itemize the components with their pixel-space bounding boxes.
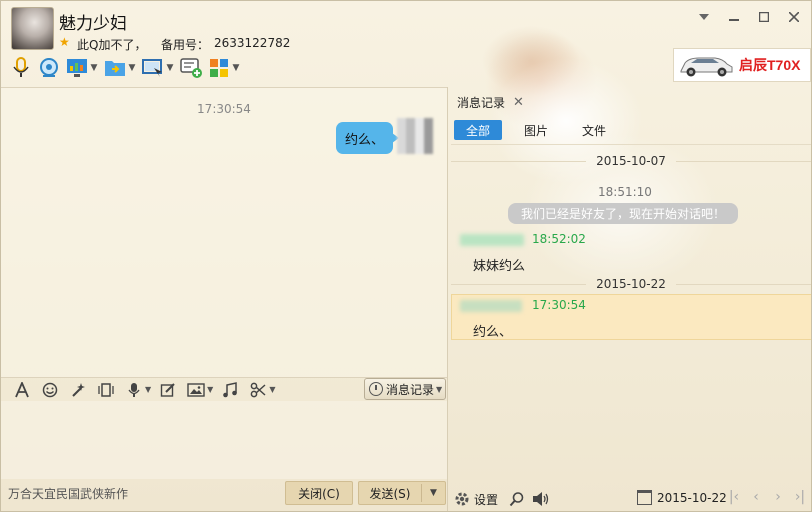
speaker-icon[interactable] — [532, 490, 550, 508]
bottom-ad-link[interactable]: 万合天宜民国武侠新作 — [8, 485, 128, 502]
chat-window: 魅力少妇 ★ 此Q加不了， 备用号： 2633122782 ▼ ▼ ▼ ▼ 启辰… — [0, 0, 812, 512]
blurred-sender-name — [460, 300, 522, 312]
gear-icon[interactable] — [454, 491, 470, 507]
send-button[interactable]: 发送(S) ▼ — [358, 481, 446, 505]
file-transfer-button[interactable]: ▼ — [103, 55, 137, 81]
history-message[interactable]: 约么、 — [473, 321, 512, 340]
filter-files[interactable]: 文件 — [570, 120, 618, 140]
self-avatar[interactable] — [397, 118, 433, 154]
contact-status-text: 此Q加不了， — [77, 38, 147, 52]
clock-icon — [369, 382, 383, 396]
edit-icon[interactable] — [157, 379, 179, 401]
tab-message-history[interactable]: 消息记录 ✕ — [453, 91, 524, 113]
window-controls — [693, 8, 805, 26]
chevron-down-icon[interactable]: ▼ — [165, 63, 175, 73]
send-button-label: 发送(S) — [369, 486, 411, 501]
scissors-icon[interactable] — [247, 379, 269, 401]
history-timestamp: 17:30:54 — [532, 298, 586, 312]
history-date[interactable]: 2015-10-22 — [657, 491, 727, 505]
remote-assist-button[interactable]: ▼ — [141, 55, 175, 81]
chevron-down-icon[interactable]: ▼ — [145, 385, 151, 394]
date-separator: 2015-10-22 — [451, 277, 811, 291]
history-timestamp: 18:51:10 — [598, 185, 652, 199]
date-separator: 2015-10-07 — [451, 154, 811, 168]
dropdown-icon[interactable] — [693, 8, 715, 26]
message-history-button[interactable]: 消息记录 ▼ — [364, 378, 446, 400]
message-timestamp: 17:30:54 — [197, 102, 251, 116]
calendar-icon[interactable] — [637, 490, 652, 505]
message-input[interactable] — [1, 401, 447, 479]
date-separator-text: 2015-10-07 — [596, 154, 666, 168]
filter-all[interactable]: 全部 — [454, 120, 503, 140]
filter-divider — [451, 144, 811, 145]
alias-label: 备用号： — [161, 38, 210, 52]
screen-share-icon — [65, 56, 89, 80]
chevron-down-icon: ▼ — [436, 384, 443, 394]
close-icon[interactable] — [783, 8, 805, 26]
voice-call-button[interactable] — [9, 55, 33, 81]
message-bubble[interactable]: 约么、 — [336, 122, 399, 154]
close-button[interactable]: 关闭(C) — [285, 481, 353, 505]
history-timestamp: 18:52:02 — [532, 232, 586, 246]
create-discussion-button[interactable] — [179, 55, 203, 81]
first-page-icon[interactable]: |‹ — [727, 489, 741, 505]
last-page-icon[interactable]: ›| — [793, 489, 807, 505]
top-toolbar: ▼ ▼ ▼ ▼ — [9, 55, 241, 81]
previous-page-icon[interactable]: ‹ — [749, 489, 763, 505]
ad-banner[interactable]: 启辰T70X — [673, 48, 811, 82]
history-nav: |‹ ‹ › ›| — [727, 489, 807, 505]
video-call-button[interactable] — [37, 55, 61, 81]
filter-images[interactable]: 图片 — [512, 120, 560, 140]
apps-button[interactable]: ▼ — [207, 55, 241, 81]
history-filter-tabs: 全部 图片 文件 — [454, 120, 618, 140]
car-image — [680, 57, 733, 77]
contact-name[interactable]: 魅力少妇 — [59, 9, 127, 34]
emoji-icon[interactable] — [39, 379, 61, 401]
send-options-chevron-icon[interactable]: ▼ — [422, 488, 445, 498]
search-icon[interactable] — [508, 490, 526, 508]
file-transfer-icon — [103, 56, 127, 80]
video-call-icon — [37, 56, 61, 80]
chevron-down-icon[interactable]: ▼ — [89, 63, 99, 73]
magic-icon[interactable] — [67, 379, 89, 401]
date-separator-text: 2015-10-22 — [596, 277, 666, 291]
chevron-down-icon[interactable]: ▼ — [231, 63, 241, 73]
next-page-icon[interactable]: › — [771, 489, 785, 505]
system-message: 我们已经是好友了，现在开始对话吧！ — [508, 203, 738, 224]
shake-icon[interactable] — [95, 379, 117, 401]
apps-icon — [207, 56, 231, 80]
voice-call-icon — [9, 56, 33, 80]
chevron-down-icon[interactable]: ▼ — [207, 385, 213, 394]
minimize-icon[interactable] — [723, 8, 745, 26]
alias-value: 2633122782 — [214, 36, 291, 50]
contact-avatar[interactable] — [11, 7, 54, 50]
voice-message-icon[interactable] — [123, 379, 145, 401]
chevron-down-icon[interactable]: ▼ — [269, 385, 275, 394]
tab-message-history-label: 消息记录 — [457, 95, 506, 110]
image-icon[interactable] — [185, 379, 207, 401]
remote-assist-icon — [141, 56, 165, 80]
ad-text: 启辰T70X — [739, 57, 801, 73]
font-icon[interactable] — [11, 379, 33, 401]
message-history-label: 消息记录 — [386, 382, 435, 397]
blurred-sender-name — [460, 234, 524, 246]
screen-share-button[interactable]: ▼ — [65, 55, 99, 81]
maximize-icon[interactable] — [753, 8, 775, 26]
create-discussion-icon — [179, 56, 203, 80]
star-icon: ★ — [59, 35, 70, 49]
settings-label[interactable]: 设置 — [474, 491, 498, 508]
close-tab-icon[interactable]: ✕ — [513, 95, 524, 110]
music-icon[interactable] — [219, 379, 241, 401]
history-message[interactable]: 妹妹约么 — [473, 255, 525, 274]
chevron-down-icon[interactable]: ▼ — [127, 63, 137, 73]
